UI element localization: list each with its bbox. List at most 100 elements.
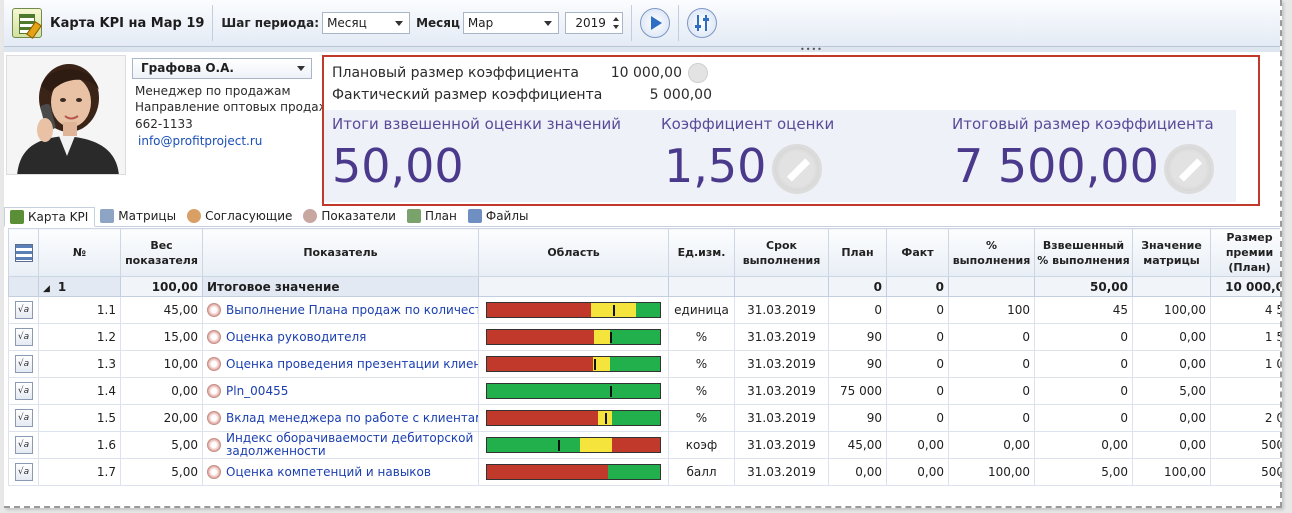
row-open-cell[interactable]: √a <box>8 350 39 378</box>
tab-indicators[interactable]: Показатели <box>298 206 402 226</box>
indicator-link[interactable]: Оценка проведения презентации клиентам <box>226 357 478 371</box>
edit-coef-pencil-icon[interactable] <box>772 144 822 194</box>
indicator-icon <box>207 357 221 371</box>
row-indicator: Оценка проведения презентации клиентам <box>202 350 479 378</box>
total-num-cell[interactable]: ◢ 1 <box>38 276 121 297</box>
formula-icon[interactable]: √a <box>14 463 33 481</box>
table-row[interactable]: √a 1.6 5,00 Индекс оборачиваемости дебиторс… <box>8 431 1280 459</box>
formula-icon[interactable]: √a <box>14 328 33 346</box>
indicator-link[interactable]: Pln_00455 <box>226 384 288 398</box>
total-row[interactable]: ◢ 1 100,00 Итоговое значение 0 0 50,00 10… <box>8 276 1280 297</box>
columns-icon <box>14 243 33 262</box>
formula-icon[interactable]: √a <box>14 382 33 400</box>
indicator-link[interactable]: Оценка руководителя <box>226 330 366 344</box>
column-header[interactable]: Факт <box>886 228 949 277</box>
row-fact: 0 <box>886 404 949 432</box>
column-header[interactable]: Область <box>478 228 669 277</box>
range-marker <box>604 413 607 424</box>
toolbar-separator <box>212 5 214 41</box>
edit-final-pencil-icon[interactable] <box>1164 144 1214 194</box>
panel-splitter[interactable]: •••• <box>4 46 1280 54</box>
employee-email-link[interactable]: info@profitproject.ru <box>138 134 262 148</box>
table-row[interactable]: √a 1.1 45,00 Выполнение Плана продаж по кол… <box>8 296 1280 324</box>
row-plan: 75 000 <box>828 377 887 405</box>
chevron-down-icon <box>297 66 305 71</box>
year-spinner[interactable]: 2019 <box>564 12 623 34</box>
row-plan: 0,00 <box>828 458 887 486</box>
column-header[interactable]: План <box>828 228 887 277</box>
indicator-link[interactable]: Индекс оборачиваемости дебиторской задол… <box>226 433 474 458</box>
total-plan: 0 <box>828 276 887 297</box>
row-weighted: 45 <box>1034 296 1133 324</box>
kpi-summary-panel: Плановый размер коэффициента 10 000,00 Ф… <box>322 55 1260 206</box>
formula-icon[interactable]: √a <box>14 409 33 427</box>
row-num: 1.7 <box>38 458 121 486</box>
column-header[interactable]: Взвешенный % выполнения <box>1034 228 1133 277</box>
tab-kpi-card[interactable]: Карта KPI <box>4 207 96 227</box>
row-open-cell[interactable]: √a <box>8 458 39 486</box>
row-open-cell[interactable]: √a <box>8 377 39 405</box>
row-pct: 0,00 <box>948 431 1035 459</box>
row-open-cell[interactable]: √a <box>8 404 39 432</box>
toolbar-separator <box>677 5 679 41</box>
table-row[interactable]: √a 1.3 10,00 Оценка проведения презентации … <box>8 350 1280 378</box>
toolbar: Карта KPI на Мар 19 Шаг периода: Месяц М… <box>4 0 1280 47</box>
spin-up-icon[interactable] <box>612 17 619 21</box>
column-header[interactable]: Размер премии (План) <box>1210 228 1280 277</box>
spin-down-icon[interactable] <box>612 25 619 29</box>
table-row[interactable]: √a 1.7 5,00 Оценка компетенций и навыков бал… <box>8 458 1280 486</box>
planned-coef-value: 10 000,00 <box>610 65 682 81</box>
total-weight: 100,00 <box>120 276 203 297</box>
month-select[interactable]: Мар <box>462 12 559 34</box>
row-bonus: 1 5 <box>1210 323 1280 351</box>
row-deadline: 31.03.2019 <box>734 323 829 351</box>
collapse-triangle-icon[interactable]: ◢ <box>43 284 50 294</box>
plan-icon <box>406 209 421 223</box>
month-value: Мар <box>467 16 494 30</box>
column-chooser-button[interactable] <box>8 228 39 277</box>
row-matrix: 100,00 <box>1132 458 1211 486</box>
table-row[interactable]: √a 1.4 0,00 Pln_00455% 31.03.2019 75 000 0 0 0 5,… <box>8 377 1280 405</box>
period-step-select[interactable]: Месяц <box>322 12 411 34</box>
indicator-link[interactable]: Оценка компетенций и навыков <box>226 465 431 479</box>
column-header[interactable]: Вес показателя <box>120 228 203 277</box>
row-weight: 5,00 <box>120 431 203 459</box>
row-pct: 100,00 <box>948 458 1035 486</box>
column-header[interactable]: Ед.изм. <box>668 228 735 277</box>
employee-department: Направление оптовых продаж <box>135 100 330 114</box>
formula-icon[interactable]: √a <box>14 301 33 319</box>
tab-matrices[interactable]: Матрицы <box>95 206 182 226</box>
column-header[interactable]: Показатель <box>202 228 479 277</box>
formula-icon[interactable]: √a <box>14 355 33 373</box>
row-open-cell[interactable]: √a <box>8 296 39 324</box>
column-header[interactable]: % выполнения <box>948 228 1035 277</box>
tab-plan[interactable]: План <box>402 206 463 226</box>
range-bar <box>486 437 661 453</box>
column-header[interactable]: Значение матрицы <box>1132 228 1211 277</box>
row-matrix: 5,00 <box>1132 377 1211 405</box>
settings-button[interactable] <box>686 8 717 38</box>
formula-icon[interactable]: √a <box>14 436 33 454</box>
run-button[interactable] <box>639 8 670 38</box>
column-header[interactable]: № <box>38 228 121 277</box>
tab-files[interactable]: Файлы <box>463 206 535 226</box>
table-row[interactable]: √a 1.2 15,00 Оценка руководителя% 31.03.2019… <box>8 323 1280 351</box>
employee-name: Графова О.А. <box>141 61 234 75</box>
hand-icon[interactable] <box>688 63 708 83</box>
row-open-cell[interactable]: √a <box>8 431 39 459</box>
column-header[interactable]: Срок выполнения <box>734 228 829 277</box>
row-open-cell[interactable]: √a <box>8 323 39 351</box>
total-fact: 0 <box>886 276 949 297</box>
employee-select[interactable]: Графова О.А. <box>132 58 312 79</box>
indicator-icon <box>207 384 221 398</box>
matrix-icon <box>100 209 115 223</box>
range-marker <box>609 386 612 397</box>
tab-approvers[interactable]: Согласующие <box>182 206 298 226</box>
row-weighted: 0 <box>1034 377 1133 405</box>
actual-coef-label: Фактический размер коэффициента <box>332 87 603 103</box>
sliders-icon <box>694 15 710 31</box>
indicator-link[interactable]: Вклад менеджера по работе с клиентами <box>226 411 478 425</box>
table-row[interactable]: √a 1.5 20,00 Вклад менеджера по работе с кл… <box>8 404 1280 432</box>
indicator-link[interactable]: Выполнение Плана продаж по количеству <box>226 303 478 317</box>
row-area <box>478 296 669 324</box>
